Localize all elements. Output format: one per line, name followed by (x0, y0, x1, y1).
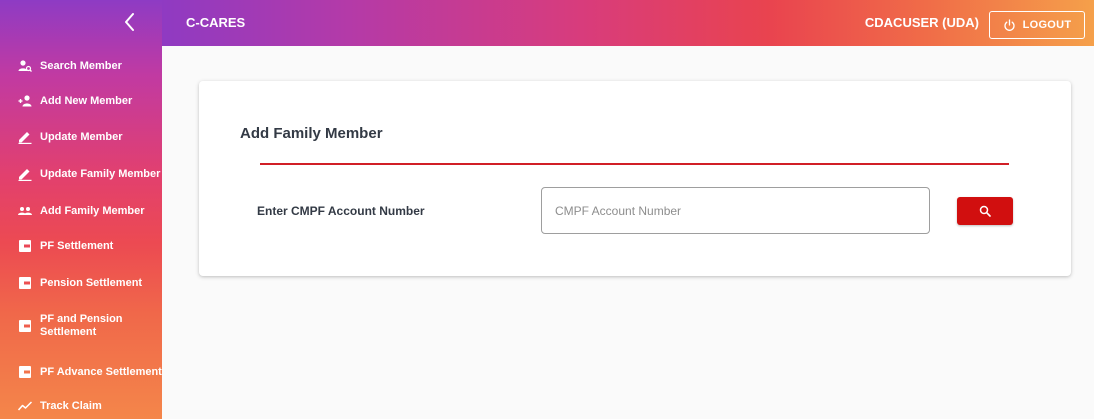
sidebar-item-label: PF and Pension Settlement (40, 313, 123, 338)
trend-icon (18, 399, 32, 413)
page-title: Add Family Member (240, 125, 383, 142)
collapse-sidebar-icon[interactable] (120, 11, 140, 33)
edit-icon (18, 130, 32, 144)
sidebar-header (0, 0, 162, 46)
top-header: C-CARES CDACUSER (UDA) LOGOUT (162, 0, 1094, 46)
wallet-icon (18, 276, 32, 290)
add-family-member-card: Add Family Member Enter CMPF Account Num… (199, 81, 1071, 276)
sidebar-item-label: Track Claim (40, 399, 102, 412)
sidebar-item-label: PF Advance Settlement (40, 365, 162, 378)
account-number-label: Enter CMPF Account Number (257, 204, 425, 218)
search-icon (979, 205, 991, 217)
wallet-icon (18, 239, 32, 253)
power-icon (1003, 18, 1015, 31)
sidebar-item-label: PF Settlement (40, 239, 114, 252)
title-divider (260, 163, 1009, 165)
sidebar-item-label: Search Member (40, 59, 122, 72)
logout-label: LOGOUT (1022, 19, 1072, 31)
app-title: C-CARES (186, 15, 246, 30)
search-member-icon (18, 59, 32, 73)
add-person-icon (18, 94, 32, 108)
sidebar: Search Member Add New Member Update Memb… (0, 0, 162, 419)
sidebar-item-add-new-member[interactable]: Add New Member (0, 93, 162, 109)
sidebar-item-pf-and-pension-settlement[interactable]: PF and Pension Settlement (0, 312, 162, 340)
sidebar-item-label: Pension Settlement (40, 276, 143, 289)
wallet-icon (18, 365, 32, 379)
sidebar-item-pension-settlement[interactable]: Pension Settlement (0, 275, 162, 291)
sidebar-item-update-member[interactable]: Update Member (0, 129, 162, 145)
user-name: CDACUSER (UDA) (864, 15, 979, 30)
sidebar-item-label: Add Family Member (40, 204, 145, 217)
wallet-icon (18, 319, 32, 333)
sidebar-item-pf-settlement[interactable]: PF Settlement (0, 238, 162, 254)
sidebar-item-label: Add New Member (40, 94, 133, 107)
sidebar-item-label: Update Family Member (40, 167, 161, 180)
logout-button[interactable]: LOGOUT (989, 11, 1085, 39)
sidebar-item-track-claim[interactable]: Track Claim (0, 398, 162, 414)
search-button[interactable] (957, 197, 1013, 225)
sidebar-item-label: Update Member (40, 130, 123, 143)
sidebar-item-add-family-member[interactable]: Add Family Member (0, 203, 162, 219)
sidebar-item-pf-advance-settlement[interactable]: PF Advance Settlement (0, 364, 162, 380)
edit-icon (18, 167, 32, 181)
group-icon (18, 204, 32, 218)
sidebar-item-search-member[interactable]: Search Member (0, 58, 162, 74)
cmpf-account-number-input[interactable] (541, 187, 930, 234)
sidebar-item-update-family-member[interactable]: Update Family Member (0, 166, 162, 182)
